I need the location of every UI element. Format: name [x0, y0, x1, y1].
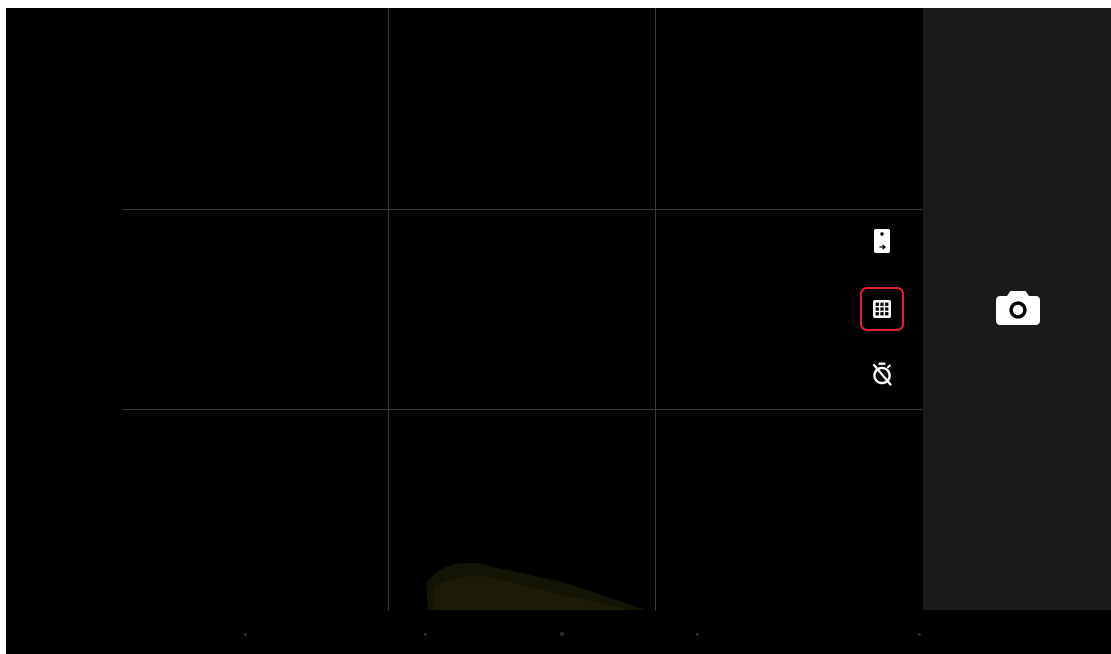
navigation-bar	[6, 610, 1111, 654]
grid-line	[655, 8, 656, 610]
camera-screen	[6, 8, 1111, 654]
nav-dot	[244, 633, 247, 636]
grid-line	[122, 209, 923, 210]
shutter-button[interactable]	[995, 284, 1041, 330]
timer-button[interactable]	[860, 352, 904, 396]
grid-line	[122, 409, 923, 410]
nav-dot	[696, 633, 699, 636]
grid-icon	[873, 300, 891, 318]
viewfinder-scene-object	[426, 562, 646, 610]
grid-line	[388, 8, 389, 610]
grid-toggle-button[interactable]	[860, 287, 904, 331]
shutter-panel	[923, 8, 1111, 610]
nav-dot	[424, 633, 427, 636]
timer-off-icon	[872, 362, 892, 386]
camera-viewfinder[interactable]	[6, 8, 923, 610]
switch-camera-button[interactable]	[860, 219, 904, 263]
nav-dot	[560, 632, 564, 636]
nav-dot	[918, 633, 921, 636]
phone-rotate-icon	[874, 229, 890, 253]
camera-icon	[996, 291, 1040, 325]
